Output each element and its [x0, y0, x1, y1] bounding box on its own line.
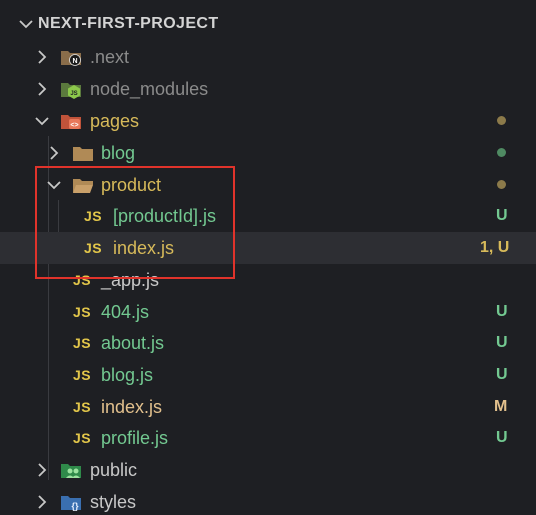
- git-status: 1, U: [480, 239, 510, 256]
- folder-open-icon: [73, 179, 93, 193]
- git-status: U: [496, 366, 508, 383]
- tree-item-label: styles: [90, 492, 137, 512]
- git-status: U: [496, 334, 508, 351]
- tree-item-label: .next: [90, 47, 130, 67]
- git-status: U: [496, 303, 508, 320]
- tree-item-node-modules[interactable]: JS node_modules: [0, 73, 536, 105]
- chevron-down-icon[interactable]: [44, 175, 64, 195]
- js-icon: JS: [73, 367, 92, 383]
- next-folder-icon: N: [61, 51, 81, 66]
- tree-item-label: public: [90, 460, 138, 480]
- tree-item-pages-index-js[interactable]: JS index.js M: [0, 391, 536, 423]
- svg-text:{}: {}: [71, 501, 79, 511]
- chevron-right-icon[interactable]: [32, 47, 52, 67]
- tree-item-label: profile.js: [101, 428, 169, 448]
- tree-item-label: about.js: [101, 333, 165, 353]
- public-folder-icon: [61, 464, 81, 478]
- tree-item-about-js[interactable]: JS about.js U: [0, 327, 536, 359]
- file-explorer: NEXT-FIRST-PROJECT N .next JS node_modul…: [0, 0, 536, 515]
- modified-dot: [497, 180, 506, 189]
- svg-text:N: N: [72, 58, 77, 65]
- styles-folder-icon: {}: [61, 496, 81, 511]
- svg-text:<>: <>: [70, 122, 78, 129]
- tree-item-label: node_modules: [90, 79, 209, 99]
- node-folder-icon: JS: [61, 83, 81, 99]
- untracked-dot: [497, 148, 506, 157]
- project-title: NEXT-FIRST-PROJECT: [38, 15, 219, 32]
- tree-item-product-index-js[interactable]: JS index.js 1, U: [0, 232, 536, 264]
- pages-folder-icon: <>: [61, 115, 81, 129]
- chevron-right-icon[interactable]: [32, 460, 52, 480]
- tree-item-pages[interactable]: <> pages: [0, 105, 536, 137]
- tree-item-blog-js[interactable]: JS blog.js U: [0, 359, 536, 391]
- tree-item-label: _app.js: [101, 270, 160, 290]
- tree-item-label: blog: [101, 143, 136, 163]
- js-icon: JS: [84, 240, 103, 256]
- folder-icon: [73, 147, 93, 161]
- chevron-down-icon[interactable]: [32, 111, 52, 131]
- chevron-right-icon[interactable]: [32, 79, 52, 99]
- tree-item-blog-folder[interactable]: blog: [0, 137, 536, 169]
- js-icon: JS: [84, 208, 103, 224]
- tree-item-product-folder[interactable]: product: [0, 169, 536, 201]
- tree-item-app-js[interactable]: JS _app.js: [0, 264, 536, 296]
- tree-item-styles[interactable]: {} styles: [0, 486, 536, 515]
- tree-item-productid-js[interactable]: JS [productId].js U: [0, 200, 536, 232]
- project-header[interactable]: NEXT-FIRST-PROJECT: [0, 8, 536, 40]
- js-icon: JS: [73, 430, 92, 446]
- js-icon: JS: [73, 335, 92, 351]
- tree-item-label: [productId].js: [113, 206, 217, 226]
- git-status: U: [496, 429, 508, 446]
- js-icon: JS: [73, 399, 92, 415]
- tree-item-404-js[interactable]: JS 404.js U: [0, 296, 536, 328]
- tree-item-label: 404.js: [101, 302, 150, 322]
- git-status: U: [496, 207, 508, 224]
- tree-item-label: product: [101, 175, 162, 195]
- tree-item-next[interactable]: N .next: [0, 41, 536, 73]
- tree-item-label: index.js: [113, 238, 175, 258]
- js-icon: JS: [73, 304, 92, 320]
- tree-item-label: index.js: [101, 397, 163, 417]
- modified-dot: [497, 116, 506, 125]
- chevron-down-icon[interactable]: [16, 14, 36, 34]
- tree-item-label: blog.js: [101, 365, 154, 385]
- git-status: M: [494, 398, 508, 415]
- tree-item-label: pages: [90, 111, 140, 131]
- tree-item-public[interactable]: public: [0, 454, 536, 486]
- tree-item-profile-js[interactable]: JS profile.js U: [0, 422, 536, 454]
- chevron-right-icon[interactable]: [44, 143, 64, 163]
- svg-text:JS: JS: [70, 91, 77, 97]
- js-icon: JS: [73, 272, 92, 288]
- chevron-right-icon[interactable]: [32, 492, 52, 512]
